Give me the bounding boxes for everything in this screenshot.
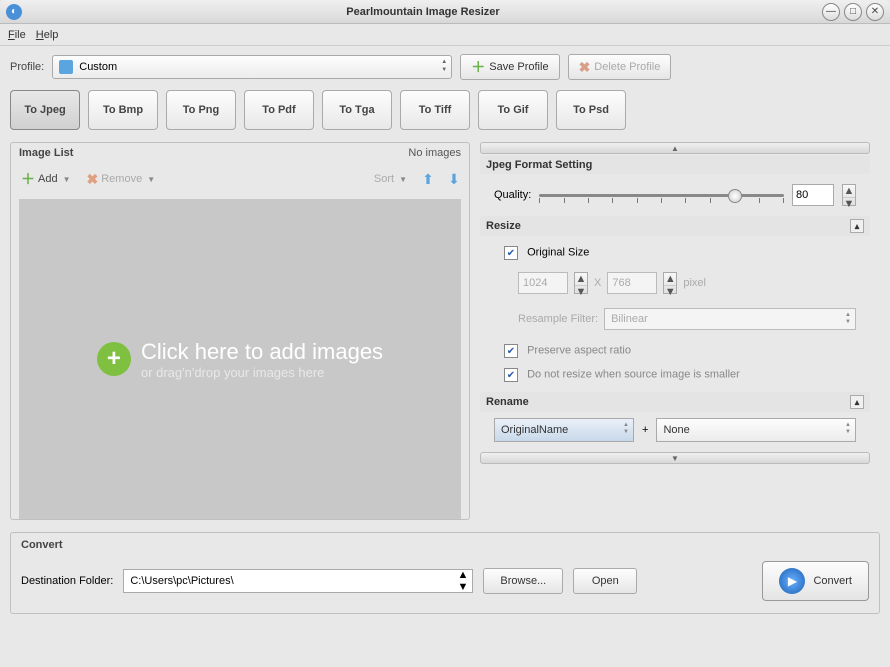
plus-icon: ＋ <box>471 57 485 77</box>
convert-button[interactable]: ▶ Convert <box>762 561 869 601</box>
profile-label: Profile: <box>10 61 44 73</box>
tab-to-bmp[interactable]: To Bmp <box>88 90 158 130</box>
image-drop-zone[interactable]: + Click here to add images or drag'n'dro… <box>19 199 461 519</box>
collapse-toggle[interactable]: ▴ <box>850 219 864 233</box>
chevron-down-icon: ▼ <box>399 175 407 184</box>
add-circle-icon: + <box>97 342 131 376</box>
quality-label: Quality: <box>494 189 531 201</box>
profile-row: Profile: Custom ▲▼ ＋ Save Profile ✖ Dele… <box>10 54 880 80</box>
format-tabs: To Jpeg To Bmp To Png To Pdf To Tga To T… <box>10 90 880 130</box>
collapse-up-bar[interactable]: ▲ <box>480 142 870 154</box>
quality-spinner[interactable]: ▲▼ <box>842 184 856 206</box>
no-upscale-checkbox[interactable] <box>504 368 518 382</box>
height-spinner[interactable]: ▲▼ <box>663 272 677 294</box>
remove-button[interactable]: ✖ Remove ▼ <box>83 169 160 190</box>
preserve-ratio-label: Preserve aspect ratio <box>527 345 631 357</box>
window-title: Pearlmountain Image Resizer <box>28 6 818 18</box>
browse-button[interactable]: Browse... <box>483 568 563 594</box>
collapse-down-bar[interactable]: ▼ <box>480 452 870 464</box>
move-down-button[interactable]: ⬇ <box>445 170 463 188</box>
menu-file[interactable]: File <box>8 29 26 41</box>
rename-section-head: Rename ▴ <box>480 392 870 412</box>
minimize-button[interactable]: — <box>822 3 840 21</box>
tab-to-tiff[interactable]: To Tiff <box>400 90 470 130</box>
width-input[interactable]: 1024 <box>518 272 568 294</box>
menu-help[interactable]: Help <box>36 29 59 41</box>
resize-section-head: Resize ▴ <box>480 216 870 236</box>
rename-first-select[interactable]: OriginalName ▲▼ <box>494 418 634 442</box>
play-icon: ▶ <box>779 568 805 594</box>
tab-to-psd[interactable]: To Psd <box>556 90 626 130</box>
no-upscale-label: Do not resize when source image is small… <box>527 369 740 381</box>
close-button[interactable]: ✕ <box>866 3 884 21</box>
original-size-label: Original Size <box>527 247 589 259</box>
image-list-status: No images <box>408 147 461 159</box>
image-list-panel: Image List No images ＋ Add ▼ ✖ Remove ▼ … <box>10 142 470 520</box>
tab-to-png[interactable]: To Png <box>166 90 236 130</box>
settings-panel: ▲ Jpeg Format Setting Quality: 80 ▲▼ R <box>480 142 870 520</box>
chevron-updown-icon: ▲▼ <box>457 569 468 593</box>
delete-profile-button[interactable]: ✖ Delete Profile <box>568 54 672 80</box>
convert-panel: Convert Destination Folder: C:\Users\pc\… <box>10 532 880 614</box>
profile-value: Custom <box>79 61 117 73</box>
dest-input[interactable]: C:\Users\pc\Pictures\ ▲▼ <box>123 569 473 593</box>
open-button[interactable]: Open <box>573 568 637 594</box>
collapse-toggle[interactable]: ▴ <box>850 395 864 409</box>
convert-title: Convert <box>21 539 869 551</box>
slider-thumb[interactable] <box>728 189 742 203</box>
menubar: File Help <box>0 24 890 46</box>
chevron-updown-icon: ▲▼ <box>623 422 629 436</box>
unit-label: pixel <box>683 277 706 289</box>
image-list-title: Image List <box>19 147 73 159</box>
titlebar: ◐ Pearlmountain Image Resizer — □ ✕ <box>0 0 890 24</box>
chevron-updown-icon: ▲▼ <box>441 58 447 74</box>
resample-select[interactable]: Bilinear ▲▼ <box>604 308 856 330</box>
x-icon: ✖ <box>579 59 591 76</box>
add-button[interactable]: ＋ Add ▼ <box>17 167 75 191</box>
chevron-updown-icon: ▲▼ <box>845 312 851 326</box>
jpeg-section-head: Jpeg Format Setting <box>480 156 870 174</box>
plus-icon: ＋ <box>21 169 35 189</box>
profile-icon <box>59 60 73 74</box>
width-spinner[interactable]: ▲▼ <box>574 272 588 294</box>
dim-sep: X <box>594 277 601 289</box>
move-up-button[interactable]: ⬆ <box>419 170 437 188</box>
preserve-ratio-checkbox[interactable] <box>504 344 518 358</box>
quality-slider[interactable] <box>539 185 784 205</box>
tab-to-tga[interactable]: To Tga <box>322 90 392 130</box>
drop-text-1: Click here to add images <box>141 339 383 365</box>
sort-button[interactable]: Sort ▼ <box>370 171 411 187</box>
height-input[interactable]: 768 <box>607 272 657 294</box>
profile-select[interactable]: Custom ▲▼ <box>52 55 452 79</box>
rename-plus: + <box>642 424 648 436</box>
tab-to-pdf[interactable]: To Pdf <box>244 90 314 130</box>
image-list-toolbar: ＋ Add ▼ ✖ Remove ▼ Sort ▼ ⬆ ⬇ <box>11 163 469 195</box>
resample-label: Resample Filter: <box>518 313 598 325</box>
save-profile-button[interactable]: ＋ Save Profile <box>460 54 559 80</box>
maximize-button[interactable]: □ <box>844 3 862 21</box>
chevron-updown-icon: ▲▼ <box>845 422 851 436</box>
rename-second-select[interactable]: None ▲▼ <box>656 418 856 442</box>
quality-input[interactable]: 80 <box>792 184 834 206</box>
tab-to-jpeg[interactable]: To Jpeg <box>10 90 80 130</box>
dest-label: Destination Folder: <box>21 575 113 587</box>
chevron-down-icon: ▼ <box>147 175 155 184</box>
chevron-down-icon: ▼ <box>63 175 71 184</box>
drop-text-2: or drag'n'drop your images here <box>141 365 383 380</box>
original-size-checkbox[interactable] <box>504 246 518 260</box>
app-icon: ◐ <box>6 4 22 20</box>
tab-to-gif[interactable]: To Gif <box>478 90 548 130</box>
x-icon: ✖ <box>87 171 99 188</box>
